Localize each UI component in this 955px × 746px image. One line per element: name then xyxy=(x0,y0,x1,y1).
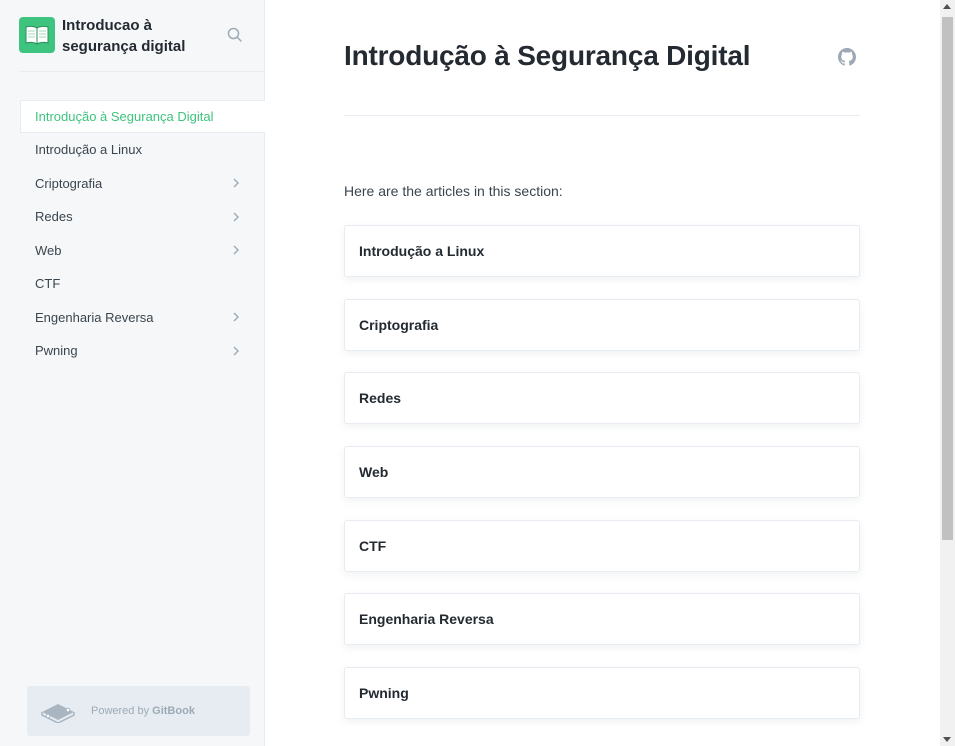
sidebar-item-engenharia-reversa[interactable]: Engenharia Reversa xyxy=(20,301,265,335)
sidebar-nav: Introdução à Segurança Digital Introduçã… xyxy=(20,100,265,368)
main-content: Introdução à Segurança Digital Here are … xyxy=(265,0,940,746)
chevron-right-icon[interactable] xyxy=(231,177,241,189)
sidebar-item-redes[interactable]: Redes xyxy=(20,200,265,234)
sidebar-item-label: Criptografia xyxy=(35,175,103,191)
search-icon[interactable] xyxy=(226,26,244,44)
chevron-right-icon[interactable] xyxy=(231,244,241,256)
gitbook-icon xyxy=(41,704,75,723)
sidebar-item-label: Engenharia Reversa xyxy=(35,309,154,325)
scroll-up-arrow-icon[interactable] xyxy=(943,4,951,9)
sidebar-item-label: CTF xyxy=(35,276,61,292)
page-scrollbar[interactable] xyxy=(940,0,955,746)
sidebar-item-ctf[interactable]: CTF xyxy=(20,267,265,301)
article-card-engenharia-reversa[interactable]: Engenharia Reversa xyxy=(344,593,860,645)
sidebar-item-label: Web xyxy=(35,242,62,258)
article-card-redes[interactable]: Redes xyxy=(344,372,860,424)
open-book-icon[interactable] xyxy=(19,17,55,53)
sidebar-item-introducao-seguranca[interactable]: Introdução à Segurança Digital xyxy=(20,100,265,133)
sidebar-item-label: Introdução à Segurança Digital xyxy=(35,109,214,124)
sidebar: Introducao à segurança digital Introduçã… xyxy=(0,0,265,746)
chevron-right-icon[interactable] xyxy=(231,345,241,357)
sidebar-item-label: Introdução a Linux xyxy=(35,142,142,158)
chevron-right-icon[interactable] xyxy=(231,211,241,223)
article-card-introducao-linux[interactable]: Introdução a Linux xyxy=(344,225,860,277)
title-divider xyxy=(344,115,860,116)
chevron-right-icon[interactable] xyxy=(231,311,241,323)
sidebar-item-criptografia[interactable]: Criptografia xyxy=(20,167,265,201)
sidebar-header: Introducao à segurança digital xyxy=(19,0,264,72)
sidebar-item-label: Redes xyxy=(35,209,73,225)
sidebar-item-label: Pwning xyxy=(35,343,78,359)
article-card-criptografia[interactable]: Criptografia xyxy=(344,299,860,351)
sidebar-item-introducao-linux[interactable]: Introdução a Linux xyxy=(20,133,265,167)
page-title: Introdução à Segurança Digital xyxy=(344,40,751,71)
powered-by-gitbook-link[interactable]: Powered by GitBook xyxy=(27,686,250,736)
scroll-down-arrow-icon[interactable] xyxy=(943,737,951,742)
sidebar-item-pwning[interactable]: Pwning xyxy=(20,334,265,368)
article-card-ctf[interactable]: CTF xyxy=(344,520,860,572)
github-icon[interactable] xyxy=(838,48,856,66)
sidebar-item-web[interactable]: Web xyxy=(20,234,265,268)
scrollbar-thumb[interactable] xyxy=(942,17,953,540)
powered-by-text: Powered by GitBook xyxy=(91,705,195,717)
article-card-pwning[interactable]: Pwning xyxy=(344,667,860,719)
section-intro-text: Here are the articles in this section: xyxy=(344,183,563,199)
site-title[interactable]: Introducao à segurança digital xyxy=(62,15,222,57)
article-card-web[interactable]: Web xyxy=(344,446,860,498)
